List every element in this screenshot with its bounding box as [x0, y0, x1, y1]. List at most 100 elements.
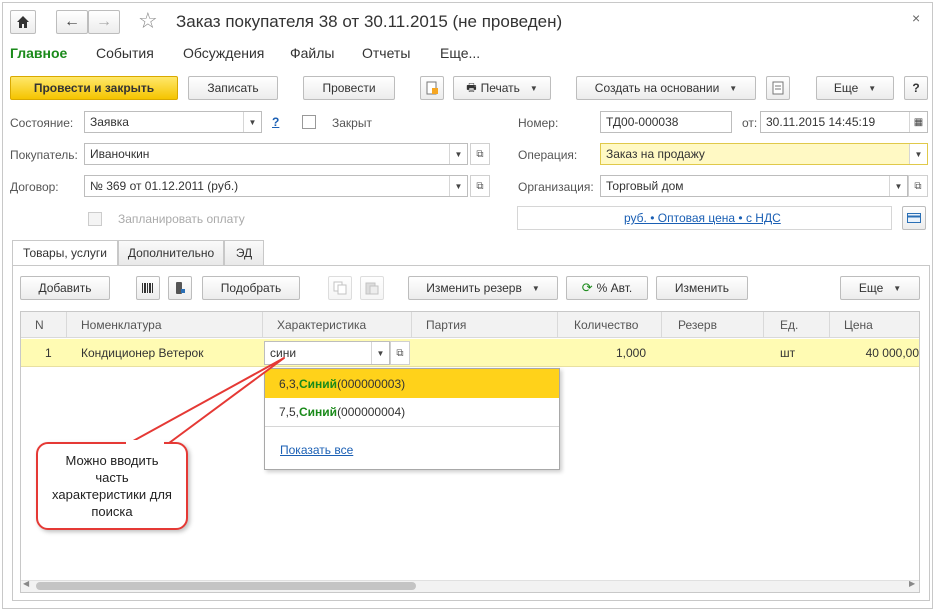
scanner-button[interactable] [168, 276, 192, 300]
scrollbar-thumb[interactable] [36, 582, 416, 590]
document-icon-button[interactable] [420, 76, 444, 100]
copy-icon [333, 281, 347, 295]
menu-more[interactable]: Еще... [440, 45, 480, 61]
tab-additional[interactable]: Дополнительно [118, 240, 224, 266]
buyer-label: Покупатель: [10, 148, 78, 162]
org-field[interactable]: Торговый дом ▼ [600, 175, 908, 197]
paste-button[interactable] [360, 276, 384, 300]
contract-label: Договор: [10, 180, 59, 194]
scroll-left-icon[interactable]: ◀ [23, 579, 29, 588]
buyer-value: Иваночкин [90, 147, 150, 161]
chevron-down-icon[interactable]: ▼ [449, 176, 467, 196]
save-button[interactable]: Записать [188, 76, 278, 100]
arrow-right-icon: → [96, 13, 112, 30]
operation-field[interactable]: Заказ на продажу ▼ [600, 143, 928, 165]
print-label: Печать [480, 81, 520, 95]
chevron-down-icon[interactable]: ▼ [909, 144, 927, 164]
pick-button[interactable]: Подобрать [202, 276, 300, 300]
create-based-on-button[interactable]: Создать на основании ▼ [576, 76, 756, 100]
closed-label: Закрыт [332, 116, 372, 130]
option-match: Синий [299, 405, 338, 419]
option-match: Синий [299, 376, 338, 391]
closed-checkbox[interactable] [302, 115, 316, 129]
date-value: 30.11.2015 14:45:19 [766, 115, 876, 129]
menu-events[interactable]: События [96, 45, 154, 61]
menu-reports[interactable]: Отчеты [362, 45, 410, 61]
chevron-down-icon: ▼ [868, 83, 877, 93]
star-icon[interactable]: ☆ [138, 8, 158, 34]
col-item[interactable]: Номенклатура [67, 312, 263, 338]
close-icon[interactable]: × [912, 10, 920, 26]
number-label: Номер: [518, 116, 559, 130]
menu-main[interactable]: Главное [10, 45, 67, 61]
refresh-icon: ⟳ [581, 280, 593, 295]
table-more-button[interactable]: Еще ▼ [840, 276, 920, 300]
barcode-button[interactable] [136, 276, 160, 300]
change-button[interactable]: Изменить [656, 276, 748, 300]
scroll-right-icon[interactable]: ▶ [909, 579, 915, 588]
post-and-close-button[interactable]: Провести и закрыть [10, 76, 178, 100]
open-icon[interactable]: ⧉ [470, 175, 490, 197]
chevron-down-icon[interactable]: ▼ [889, 176, 907, 196]
document-icon [426, 81, 438, 95]
dropdown-option[interactable]: 7,5, Синий (000000004) [265, 398, 559, 427]
col-n[interactable]: N [21, 312, 67, 338]
open-icon[interactable]: ⧉ [470, 143, 490, 165]
open-icon[interactable]: ⧉ [390, 341, 410, 365]
report-icon-button[interactable] [766, 76, 790, 100]
option-suffix: (000000003) [337, 376, 406, 391]
state-help-link[interactable]: ? [272, 115, 279, 129]
price-link[interactable]: руб. • Оптовая цена • с НДС [624, 211, 781, 225]
state-label: Состояние: [10, 116, 74, 130]
change-reserve-label: Изменить резерв [426, 281, 522, 295]
tab-goods[interactable]: Товары, услуги [12, 240, 118, 266]
change-reserve-button[interactable]: Изменить резерв ▼ [408, 276, 558, 300]
col-batch[interactable]: Партия [412, 312, 558, 338]
number-value: ТД00-000038 [606, 115, 679, 129]
org-value: Торговый дом [606, 179, 684, 193]
col-characteristic[interactable]: Характеристика [263, 312, 412, 338]
print-button[interactable]: 🖶 Печать ▼ [453, 76, 551, 100]
col-qty[interactable]: Количество [558, 312, 662, 338]
forward-button[interactable]: → [88, 10, 120, 34]
home-button[interactable] [10, 10, 36, 34]
back-button[interactable]: ← [56, 10, 88, 34]
payment-card-button[interactable] [902, 206, 926, 230]
plan-payment-checkbox[interactable] [88, 212, 102, 226]
col-unit[interactable]: Ед. [764, 312, 830, 338]
tab-ed[interactable]: ЭД [224, 240, 264, 266]
more-button[interactable]: Еще ▼ [816, 76, 894, 100]
col-reserve[interactable]: Резерв [662, 312, 764, 338]
chevron-down-icon[interactable]: ▼ [371, 342, 389, 364]
chevron-down-icon: ▼ [893, 283, 902, 293]
operation-label: Операция: [518, 148, 578, 162]
menu-discussions[interactable]: Обсуждения [183, 45, 264, 61]
dropdown-option[interactable]: 6,3, Синий (000000003) [265, 369, 559, 398]
state-value: Заявка [90, 115, 129, 129]
printer-icon: 🖶 [466, 81, 477, 94]
auto-percent-button[interactable]: ⟳ % Авт. [566, 276, 648, 300]
help-button[interactable]: ? [904, 76, 928, 100]
copy-button[interactable] [328, 276, 352, 300]
open-icon[interactable]: ⧉ [908, 175, 928, 197]
chevron-down-icon[interactable]: ▼ [449, 144, 467, 164]
add-button[interactable]: Добавить [20, 276, 110, 300]
scanner-icon [176, 282, 185, 294]
cell-qty: 1,000 [615, 346, 646, 360]
state-field[interactable]: Заявка ▼ [84, 111, 262, 133]
callout-cover [126, 440, 164, 446]
number-field[interactable]: ТД00-000038 [600, 111, 732, 133]
chevron-down-icon[interactable]: ▼ [243, 112, 261, 132]
date-field[interactable]: 30.11.2015 14:45:19 ▦ [760, 111, 928, 133]
paste-icon [365, 282, 379, 295]
cell-price: 40 000,00 [865, 346, 919, 360]
plan-payment-label: Запланировать оплату [118, 212, 245, 226]
calendar-icon[interactable]: ▦ [909, 112, 927, 132]
arrow-left-icon: ← [64, 13, 80, 30]
operation-value: Заказ на продажу [606, 147, 705, 161]
contract-field[interactable]: № 369 от 01.12.2011 (руб.) ▼ [84, 175, 468, 197]
col-price[interactable]: Цена [830, 312, 919, 338]
menu-files[interactable]: Файлы [290, 45, 334, 61]
buyer-field[interactable]: Иваночкин ▼ [84, 143, 468, 165]
post-button[interactable]: Провести [303, 76, 395, 100]
